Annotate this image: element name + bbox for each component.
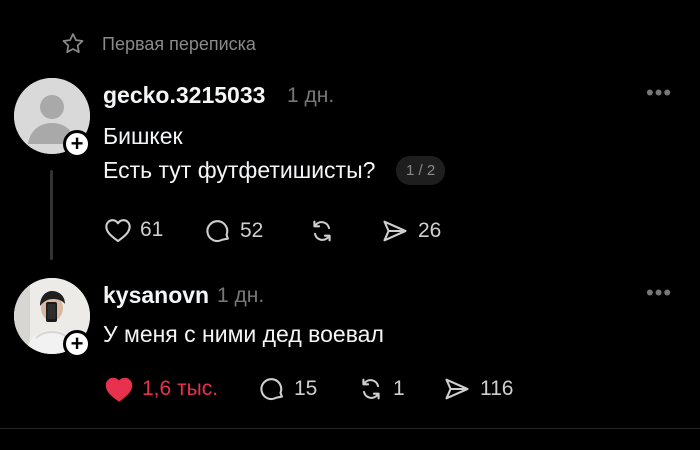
comment-icon [206, 220, 229, 243]
repost-count: 1 [393, 377, 405, 400]
thread-line [50, 170, 53, 260]
post-text-line: Бишкек [103, 123, 183, 149]
post-text-line: У меня с ними дед воевал [103, 321, 384, 347]
share-count: 26 [418, 219, 442, 242]
comment-button[interactable]: 15 [258, 375, 317, 403]
conversation-title: Первая переписка [102, 34, 256, 54]
follow-button[interactable]: + [63, 330, 91, 358]
like-button[interactable]: 1,6 тыс. [104, 375, 218, 403]
thread-pager-badge[interactable]: 1 / 2 [396, 156, 446, 185]
like-count: 1,6 тыс. [142, 377, 219, 400]
repost-button[interactable] [308, 217, 344, 245]
like-count: 61 [140, 218, 164, 241]
heart-icon [105, 219, 131, 243]
more-options-icon[interactable]: ••• [646, 280, 672, 306]
like-button[interactable]: 61 [104, 217, 163, 243]
username[interactable]: kysanovn [103, 282, 209, 309]
send-icon [383, 220, 407, 242]
comment-count: 15 [294, 377, 318, 400]
comment-icon [260, 378, 283, 401]
username[interactable]: gecko.3215033 [103, 82, 265, 109]
post-time: 1 дн. [217, 284, 265, 307]
star-icon[interactable] [60, 31, 86, 57]
comment-count: 52 [240, 219, 264, 242]
repost-icon [313, 220, 331, 242]
share-button[interactable]: 116 [442, 375, 513, 403]
comment-button[interactable]: 52 [204, 217, 263, 245]
divider [0, 428, 700, 429]
follow-button[interactable]: + [63, 130, 91, 158]
repost-icon [362, 378, 380, 400]
send-icon [445, 378, 469, 400]
share-button[interactable]: 26 [380, 217, 441, 245]
heart-filled-icon [105, 377, 133, 402]
share-count: 116 [480, 377, 514, 400]
post-time: 1 дн. [287, 84, 335, 107]
repost-button[interactable]: 1 [357, 375, 405, 403]
post-text-line: Есть тут футфетишисты? [103, 157, 376, 183]
more-options-icon[interactable]: ••• [646, 80, 672, 106]
